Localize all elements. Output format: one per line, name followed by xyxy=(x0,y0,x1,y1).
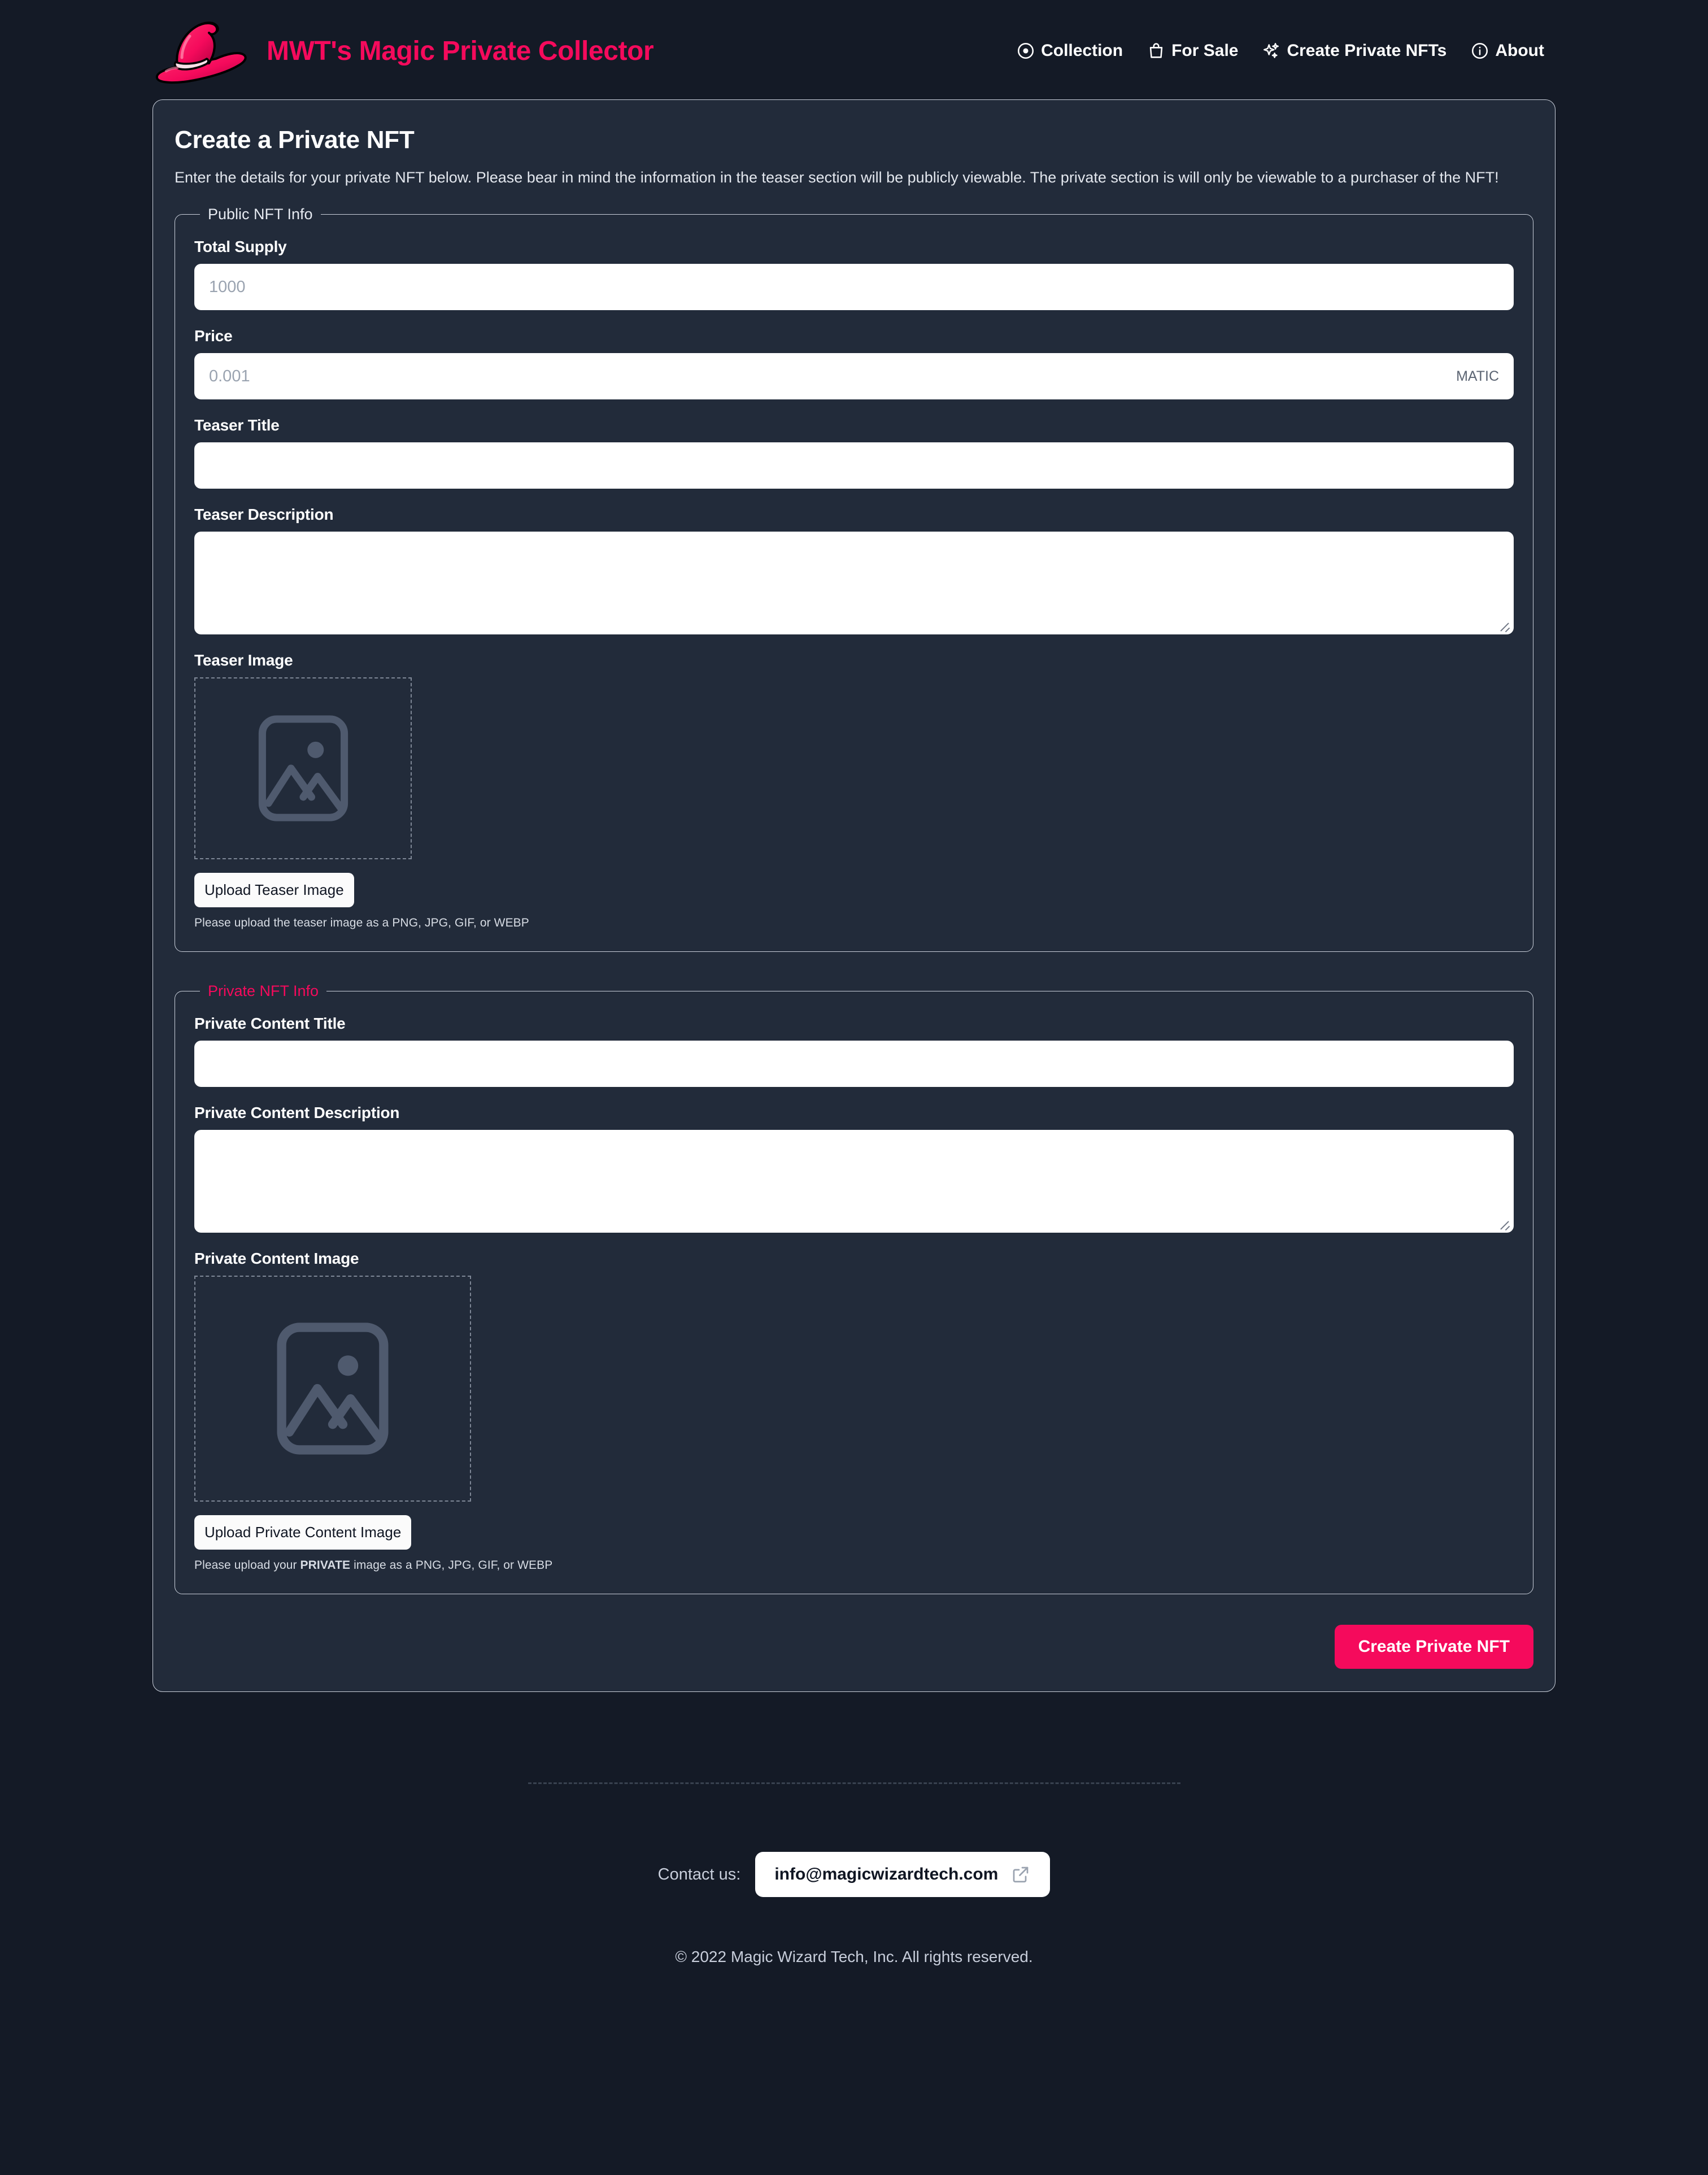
sparkles-icon xyxy=(1263,43,1279,58)
page-title: Create a Private NFT xyxy=(175,126,415,154)
private-content-description-label: Private Content Description xyxy=(194,1104,400,1122)
teaser-image-label: Teaser Image xyxy=(194,651,293,669)
upload-teaser-image-button[interactable]: Upload Teaser Image xyxy=(194,873,354,908)
teaser-title-label: Teaser Title xyxy=(194,416,280,434)
site-header: MWT's Magic Private Collector Collection… xyxy=(0,0,1708,99)
field-private-content-title: Private Content Title xyxy=(194,1015,1514,1088)
resize-handle-icon[interactable] xyxy=(1497,617,1511,632)
wizard-hat-icon xyxy=(155,21,247,84)
field-teaser-image: Teaser Image Upload Teaser Image Please … xyxy=(194,651,1514,930)
resize-handle-icon[interactable] xyxy=(1497,1216,1511,1230)
main-content: Create a Private NFT Enter the details f… xyxy=(0,99,1708,1693)
create-private-nft-button[interactable]: Create Private NFT xyxy=(1334,1625,1533,1669)
teaser-title-input[interactable] xyxy=(194,442,1514,489)
brand-logo-link[interactable]: MWT's Magic Private Collector xyxy=(152,17,654,85)
help-prefix: Please upload your xyxy=(194,1559,300,1572)
total-supply-label: Total Supply xyxy=(194,238,287,256)
price-label: Price xyxy=(194,327,233,345)
private-content-title-label: Private Content Title xyxy=(194,1015,346,1033)
teaser-description-textarea[interactable] xyxy=(194,532,1514,635)
public-section-legend: Public NFT Info xyxy=(208,206,313,223)
submit-row: Create Private NFT xyxy=(175,1625,1533,1669)
copyright-text: © 2022 Magic Wizard Tech, Inc. All right… xyxy=(675,1948,1033,1966)
nav-label: About xyxy=(1495,41,1544,60)
private-section-legend: Private NFT Info xyxy=(208,982,319,1000)
field-teaser-description: Teaser Description xyxy=(194,506,1514,635)
image-placeholder-icon xyxy=(258,715,348,821)
price-input[interactable]: 0.001 MATIC xyxy=(194,353,1514,400)
create-private-nft-card: Create a Private NFT Enter the details f… xyxy=(152,99,1555,1693)
contact-row: Contact us: info@magicwizardtech.com xyxy=(0,1852,1708,1898)
field-teaser-title: Teaser Title xyxy=(194,416,1514,489)
target-eye-icon xyxy=(1018,42,1034,59)
nav-item-collection[interactable]: Collection xyxy=(1016,41,1123,60)
contact-email-text: info@magicwizardtech.com xyxy=(774,1865,999,1884)
nav-label: Collection xyxy=(1041,41,1123,60)
image-placeholder-icon xyxy=(277,1323,389,1455)
page-description: Enter the details for your private NFT b… xyxy=(175,169,1499,186)
nav-item-about[interactable]: About xyxy=(1470,41,1544,60)
field-total-supply: Total Supply 1000 xyxy=(194,238,1514,311)
private-content-title-input[interactable] xyxy=(194,1041,1514,1088)
private-nft-info-section: Private NFT Info Private Content Title P… xyxy=(175,982,1533,1595)
teaser-description-label: Teaser Description xyxy=(194,506,334,524)
private-content-image-label: Private Content Image xyxy=(194,1250,359,1268)
contact-label: Contact us: xyxy=(657,1865,741,1883)
nav-item-create-private-nfts[interactable]: Create Private NFTs xyxy=(1262,41,1446,60)
private-content-image-help-text: Please upload your PRIVATE image as a PN… xyxy=(194,1559,1514,1572)
nav-item-for-sale[interactable]: For Sale xyxy=(1147,41,1238,60)
contact-email-button[interactable]: info@magicwizardtech.com xyxy=(755,1852,1051,1898)
main-nav: Collection For Sale Create Private NFTs xyxy=(1016,41,1555,60)
teaser-image-dropzone[interactable] xyxy=(194,677,412,860)
help-emphasis: PRIVATE xyxy=(300,1559,351,1572)
upload-private-content-image-button[interactable]: Upload Private Content Image xyxy=(194,1515,412,1550)
external-link-icon xyxy=(1013,1867,1029,1883)
private-content-image-dropzone[interactable] xyxy=(194,1276,471,1502)
nav-label: Create Private NFTs xyxy=(1287,41,1447,60)
brand-title: MWT's Magic Private Collector xyxy=(267,36,654,66)
field-private-content-description: Private Content Description xyxy=(194,1104,1514,1233)
field-price: Price 0.001 MATIC xyxy=(194,327,1514,400)
price-placeholder: 0.001 xyxy=(209,367,250,385)
public-nft-info-section: Public NFT Info Total Supply 1000 Price … xyxy=(175,206,1533,952)
help-suffix: image as a PNG, JPG, GIF, or WEBP xyxy=(350,1559,553,1572)
info-circle-icon xyxy=(1472,42,1488,59)
nav-label: For Sale xyxy=(1171,41,1239,60)
price-currency-suffix: MATIC xyxy=(1456,368,1499,384)
total-supply-placeholder: 1000 xyxy=(209,277,246,296)
private-content-description-textarea[interactable] xyxy=(194,1130,1514,1233)
site-footer: Contact us: info@magicwizardtech.com © 2… xyxy=(0,1782,1708,1966)
field-private-content-image: Private Content Image Upload Private Con… xyxy=(194,1250,1514,1572)
footer-divider xyxy=(528,1782,1180,1785)
shopping-bag-icon xyxy=(1149,43,1163,58)
total-supply-input[interactable]: 1000 xyxy=(194,264,1514,311)
teaser-image-help-text: Please upload the teaser image as a PNG,… xyxy=(194,916,529,930)
